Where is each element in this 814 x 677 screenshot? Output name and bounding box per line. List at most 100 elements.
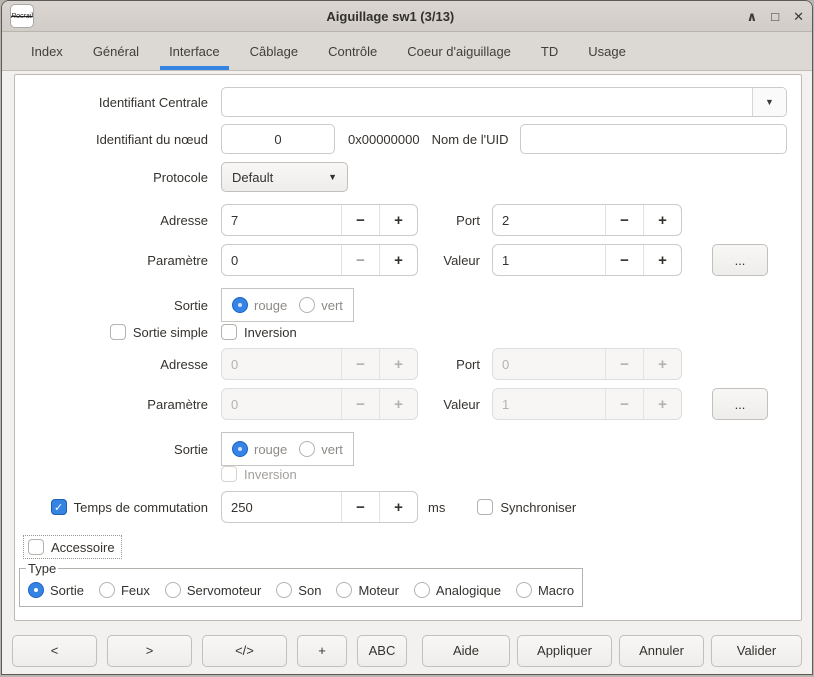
type-radio-macro[interactable]: Macro [516, 582, 574, 598]
close-icon[interactable]: ✕ [793, 10, 804, 23]
rocrail-app-icon: Rocrail [10, 4, 34, 28]
temps-increment-button[interactable]: + [379, 492, 417, 522]
minimize-icon[interactable]: ∧ [747, 10, 758, 23]
add-button[interactable]: + [297, 635, 347, 667]
accessoire-checkbox-box[interactable] [28, 539, 44, 555]
help-button[interactable]: Aide [422, 635, 510, 667]
titlebar[interactable]: Rocrail Aiguillage sw1 (3/13) ∧ □ ✕ [2, 1, 812, 32]
valeur2-browse-button[interactable]: ... [712, 388, 768, 420]
adresse1-spinbox[interactable]: 7 − + [221, 204, 418, 236]
radio-unselected-icon [299, 441, 315, 457]
type-radio-analogique[interactable]: Analogique [414, 582, 501, 598]
radio-selected-icon[interactable] [28, 582, 44, 598]
adresse2-value: 0 [222, 349, 341, 379]
valeur1-value[interactable]: 1 [493, 245, 605, 275]
parametre1-label: Paramètre [15, 253, 208, 268]
parametre1-decrement-button: − [341, 245, 379, 275]
radio-unselected-icon[interactable] [516, 582, 532, 598]
port1-value[interactable]: 2 [493, 205, 605, 235]
protocole-dropdown[interactable]: Default ▼ [221, 162, 348, 192]
valeur2-value: 1 [493, 389, 605, 419]
type-radio-son[interactable]: Son [276, 582, 321, 598]
inversion2-checkbox: Inversion [221, 466, 297, 482]
radio-selected-icon[interactable] [232, 297, 248, 313]
tab-controle[interactable]: Contrôle [313, 32, 392, 70]
valeur1-spinbox[interactable]: 1 − + [492, 244, 682, 276]
parametre1-spinbox[interactable]: 0 − + [221, 244, 418, 276]
radio-unselected-icon[interactable] [299, 297, 315, 313]
protocole-value: Default [232, 170, 273, 185]
abc-button[interactable]: ABC [357, 635, 407, 667]
radio-unselected-icon[interactable] [336, 582, 352, 598]
cancel-button[interactable]: Annuler [619, 635, 704, 667]
adresse1-increment-button[interactable]: + [379, 205, 417, 235]
tab-coeur-aiguillage[interactable]: Coeur d'aiguillage [392, 32, 526, 70]
tab-index[interactable]: Index [16, 32, 78, 70]
synchroniser-checkbox-box[interactable] [477, 499, 493, 515]
temps-commutation-spinbox[interactable]: 250 − + [221, 491, 418, 523]
valeur2-label: Valeur [432, 397, 480, 412]
maximize-icon[interactable]: □ [771, 10, 779, 23]
radio-selected-icon [232, 441, 248, 457]
temps-decrement-button[interactable]: − [341, 492, 379, 522]
sortie-simple-checkbox[interactable]: Sortie simple [110, 324, 208, 340]
type-radio-servomoteur[interactable]: Servomoteur [165, 582, 261, 598]
inversion1-checkbox[interactable]: Inversion [221, 324, 297, 340]
identifiant-centrale-combobox[interactable]: ▼ [221, 87, 787, 117]
tab-general[interactable]: Général [78, 32, 154, 70]
radio-unselected-icon[interactable] [99, 582, 115, 598]
port1-spinbox[interactable]: 2 − + [492, 204, 682, 236]
valeur2-spinbox: 1 − + [492, 388, 682, 420]
sortie-simple-checkbox-box[interactable] [110, 324, 126, 340]
next-button[interactable]: > [107, 635, 192, 667]
type-radio-feux[interactable]: Feux [99, 582, 150, 598]
identifiant-centrale-dropdown-icon[interactable]: ▼ [752, 88, 786, 116]
identifiant-noeud-input[interactable]: 0 [221, 124, 335, 154]
type-legend: Type [26, 561, 58, 576]
synchroniser-checkbox[interactable]: Synchroniser [477, 499, 576, 515]
dialog-window: Rocrail Aiguillage sw1 (3/13) ∧ □ ✕ Inde… [1, 0, 813, 675]
parametre1-increment-button[interactable]: + [379, 245, 417, 275]
ok-button[interactable]: Valider [711, 635, 802, 667]
temps-commutation-checkbox[interactable]: ✓ Temps de commutation [51, 499, 208, 515]
synchroniser-label: Synchroniser [500, 500, 576, 515]
nom-uid-input[interactable] [520, 124, 787, 154]
type-radio-moteur[interactable]: Moteur [336, 582, 398, 598]
tab-cablage[interactable]: Câblage [235, 32, 313, 70]
valeur1-decrement-button[interactable]: − [605, 245, 643, 275]
sortie1-radio-rouge[interactable]: rouge [232, 297, 287, 313]
valeur1-browse-button[interactable]: ... [712, 244, 768, 276]
sortie1-radio-vert[interactable]: vert [299, 297, 343, 313]
valeur1-increment-button[interactable]: + [643, 245, 681, 275]
temps-commutation-value[interactable]: 250 [222, 492, 341, 522]
tab-bar: Index Général Interface Câblage Contrôle… [2, 32, 812, 71]
type-sortie-label: Sortie [50, 583, 84, 598]
type-fieldset: Type Sortie Feux Servomoteur [19, 561, 583, 607]
adresse1-decrement-button[interactable]: − [341, 205, 379, 235]
radio-unselected-icon[interactable] [414, 582, 430, 598]
tab-td[interactable]: TD [526, 32, 573, 70]
accessoire-checkbox[interactable]: Accessoire [28, 539, 115, 555]
port1-decrement-button[interactable]: − [605, 205, 643, 235]
sortie-simple-label: Sortie simple [133, 325, 208, 340]
type-macro-label: Macro [538, 583, 574, 598]
adresse1-value[interactable]: 7 [222, 205, 341, 235]
radio-unselected-icon[interactable] [165, 582, 181, 598]
nom-uid-label: Nom de l'UID [432, 132, 509, 147]
port1-increment-button[interactable]: + [643, 205, 681, 235]
inversion1-checkbox-box[interactable] [221, 324, 237, 340]
sortie2-vert-label: vert [321, 442, 343, 457]
apply-button[interactable]: Appliquer [517, 635, 612, 667]
tab-interface[interactable]: Interface [154, 32, 235, 70]
parametre1-value[interactable]: 0 [222, 245, 341, 275]
parametre2-label: Paramètre [15, 397, 208, 412]
radio-unselected-icon[interactable] [276, 582, 292, 598]
xml-button[interactable]: </> [202, 635, 287, 667]
previous-button[interactable]: < [12, 635, 97, 667]
interface-panel: Identifiant Centrale ▼ Identifiant du nœ… [14, 74, 802, 621]
tab-usage[interactable]: Usage [573, 32, 641, 70]
accessoire-focus-frame: Accessoire [23, 535, 122, 559]
temps-commutation-checkbox-box[interactable]: ✓ [51, 499, 67, 515]
inversion1-label: Inversion [244, 325, 297, 340]
type-radio-sortie[interactable]: Sortie [28, 582, 84, 598]
